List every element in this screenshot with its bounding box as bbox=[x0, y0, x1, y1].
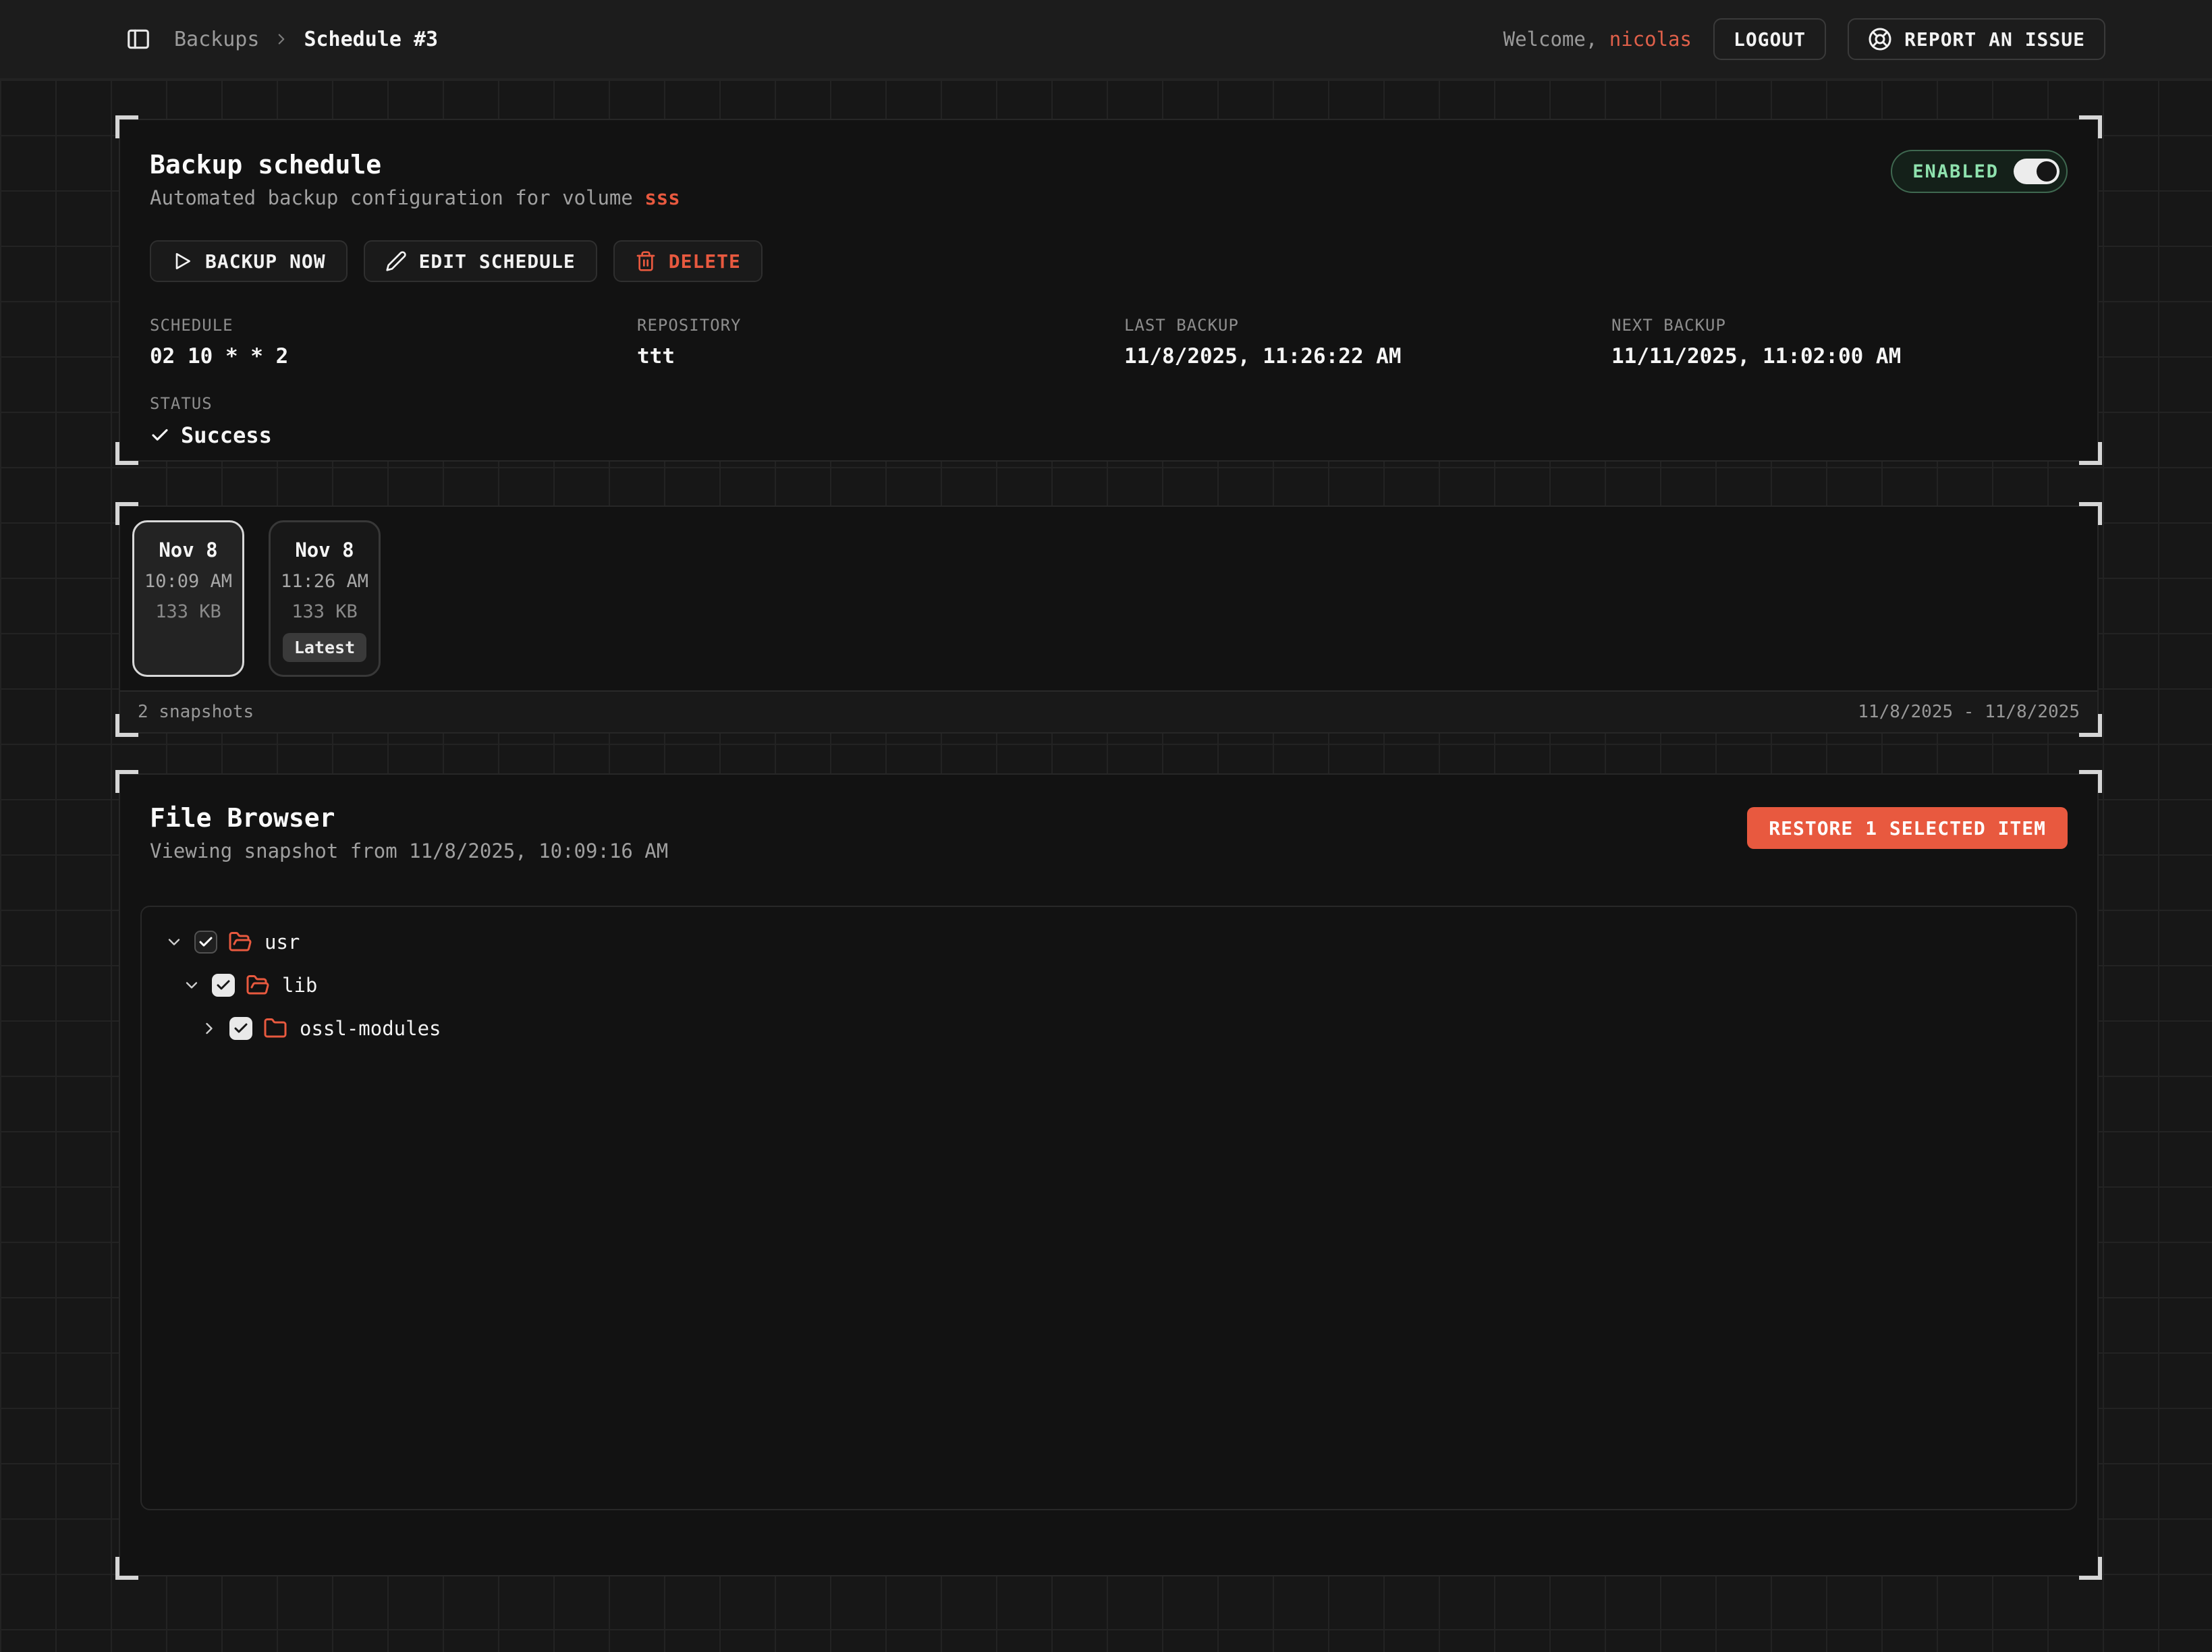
logout-button[interactable]: LOGOUT bbox=[1713, 18, 1826, 60]
delete-button[interactable]: DELETE bbox=[613, 240, 763, 282]
detail-next-backup: NEXT BACKUP 11/11/2025, 11:02:00 AM bbox=[1611, 316, 2068, 368]
corner-bracket bbox=[115, 770, 138, 793]
snapshot-time: 10:09 AM bbox=[144, 571, 232, 592]
corner-bracket bbox=[2079, 502, 2102, 525]
tree-checkbox[interactable] bbox=[212, 974, 235, 997]
tree-row[interactable]: usr bbox=[142, 920, 2076, 964]
snapshot-count: 2 snapshots bbox=[138, 702, 254, 722]
detail-repository: REPOSITORY ttt bbox=[637, 316, 1124, 368]
breadcrumb-backups[interactable]: Backups bbox=[174, 28, 259, 51]
folder-open-icon bbox=[246, 973, 270, 997]
tree-checkbox[interactable] bbox=[229, 1017, 252, 1040]
detail-value: ttt bbox=[637, 344, 1124, 368]
file-tree: usr lib ossl-modules bbox=[140, 906, 2077, 1510]
subtitle-prefix: Automated backup configuration for volum… bbox=[150, 186, 644, 209]
report-issue-button[interactable]: REPORT AN ISSUE bbox=[1848, 18, 2105, 60]
snapshot-time: 11:26 AM bbox=[281, 571, 368, 592]
corner-bracket bbox=[2079, 115, 2102, 138]
tree-row[interactable]: ossl-modules bbox=[142, 1007, 2076, 1050]
detail-value: 11/11/2025, 11:02:00 AM bbox=[1611, 344, 2068, 368]
detail-label: SCHEDULE bbox=[150, 316, 637, 335]
volume-name: sss bbox=[644, 186, 680, 209]
corner-bracket bbox=[2079, 714, 2102, 737]
chevron-icon[interactable] bbox=[182, 976, 201, 995]
enabled-label: ENABLED bbox=[1912, 161, 1999, 182]
sidebar-toggle-button[interactable] bbox=[126, 26, 151, 52]
backup-now-label: BACKUP NOW bbox=[205, 250, 326, 273]
corner-bracket bbox=[115, 442, 138, 465]
report-issue-button-label: REPORT AN ISSUE bbox=[1904, 28, 2085, 51]
folder-closed-icon bbox=[263, 1016, 287, 1041]
snapshot-card[interactable]: Nov 8 11:26 AM 133 KB Latest bbox=[269, 520, 381, 677]
toggle-knob bbox=[2037, 161, 2057, 182]
life-buoy-icon bbox=[1868, 27, 1892, 51]
welcome-text: Welcome, nicolas bbox=[1503, 28, 1692, 51]
logout-button-label: LOGOUT bbox=[1734, 28, 1806, 51]
detail-value: 02 10 * * 2 bbox=[150, 344, 637, 368]
tree-checkbox[interactable] bbox=[194, 931, 217, 954]
snapshot-size: 133 KB bbox=[155, 601, 221, 622]
snapshot-date: Nov 8 bbox=[159, 539, 217, 561]
corner-bracket bbox=[115, 502, 138, 525]
corner-bracket bbox=[115, 714, 138, 737]
snapshot-date-range: 11/8/2025 - 11/8/2025 bbox=[1858, 702, 2080, 722]
status-value: Success bbox=[181, 422, 272, 448]
chevron-icon[interactable] bbox=[200, 1019, 219, 1038]
check-icon bbox=[150, 425, 170, 445]
toggle-switch[interactable] bbox=[2014, 159, 2059, 184]
corner-bracket bbox=[2079, 770, 2102, 793]
chevron-icon[interactable] bbox=[165, 933, 184, 952]
trash-icon bbox=[635, 250, 657, 272]
detail-schedule: SCHEDULE 02 10 * * 2 bbox=[150, 316, 637, 368]
snapshot-list: Nov 8 10:09 AM 133 KB Nov 8 11:26 AM 133… bbox=[120, 507, 2097, 690]
breadcrumb-current: Schedule #3 bbox=[304, 28, 438, 51]
corner-bracket bbox=[2079, 1557, 2102, 1580]
snapshot-date: Nov 8 bbox=[295, 539, 354, 561]
snapshot-size: 133 KB bbox=[292, 601, 358, 622]
backup-now-button[interactable]: BACKUP NOW bbox=[150, 240, 348, 282]
delete-label: DELETE bbox=[669, 250, 741, 273]
snapshot-card[interactable]: Nov 8 10:09 AM 133 KB bbox=[132, 520, 244, 677]
corner-bracket bbox=[115, 1557, 138, 1580]
folder-open-icon bbox=[228, 930, 252, 954]
schedule-card-title: Backup schedule bbox=[150, 150, 680, 180]
play-icon bbox=[171, 250, 193, 272]
tree-row[interactable]: lib bbox=[142, 964, 2076, 1007]
file-browser-card: File Browser Viewing snapshot from 11/8/… bbox=[119, 773, 2099, 1576]
snapshots-footer: 2 snapshots 11/8/2025 - 11/8/2025 bbox=[120, 690, 2097, 732]
tree-label: ossl-modules bbox=[300, 1017, 441, 1040]
username: nicolas bbox=[1609, 28, 1692, 51]
welcome-prefix: Welcome, bbox=[1503, 28, 1609, 51]
edit-schedule-button[interactable]: EDIT SCHEDULE bbox=[364, 240, 597, 282]
detail-label: REPOSITORY bbox=[637, 316, 1124, 335]
status-block: STATUS Success bbox=[150, 394, 2068, 448]
detail-label: NEXT BACKUP bbox=[1611, 316, 2068, 335]
status-label: STATUS bbox=[150, 394, 2068, 413]
tree-label: lib bbox=[282, 974, 317, 997]
restore-selected-button[interactable]: RESTORE 1 SELECTED ITEM bbox=[1747, 807, 2068, 849]
topbar: Backups Schedule #3 Welcome, nicolas LOG… bbox=[0, 0, 2212, 80]
tree-label: usr bbox=[265, 931, 300, 954]
edit-schedule-label: EDIT SCHEDULE bbox=[419, 250, 576, 273]
snapshot-latest-badge: Latest bbox=[283, 633, 366, 662]
detail-last-backup: LAST BACKUP 11/8/2025, 11:26:22 AM bbox=[1124, 316, 1611, 368]
pencil-icon bbox=[385, 250, 407, 272]
chevron-right-icon bbox=[273, 30, 290, 48]
snapshots-section: Nov 8 10:09 AM 133 KB Nov 8 11:26 AM 133… bbox=[119, 505, 2099, 734]
file-browser-subtitle: Viewing snapshot from 11/8/2025, 10:09:1… bbox=[150, 839, 668, 862]
main-canvas: Backup schedule Automated backup configu… bbox=[0, 80, 2212, 1652]
corner-bracket bbox=[115, 115, 138, 138]
detail-label: LAST BACKUP bbox=[1124, 316, 1611, 335]
detail-value: 11/8/2025, 11:26:22 AM bbox=[1124, 344, 1611, 368]
enabled-toggle[interactable]: ENABLED bbox=[1891, 150, 2068, 193]
file-browser-title: File Browser bbox=[150, 803, 668, 833]
backup-schedule-card: Backup schedule Automated backup configu… bbox=[119, 119, 2099, 462]
panel-left-icon bbox=[126, 26, 151, 52]
corner-bracket bbox=[2079, 442, 2102, 465]
schedule-card-subtitle: Automated backup configuration for volum… bbox=[150, 186, 680, 209]
breadcrumb: Backups Schedule #3 bbox=[174, 28, 438, 51]
